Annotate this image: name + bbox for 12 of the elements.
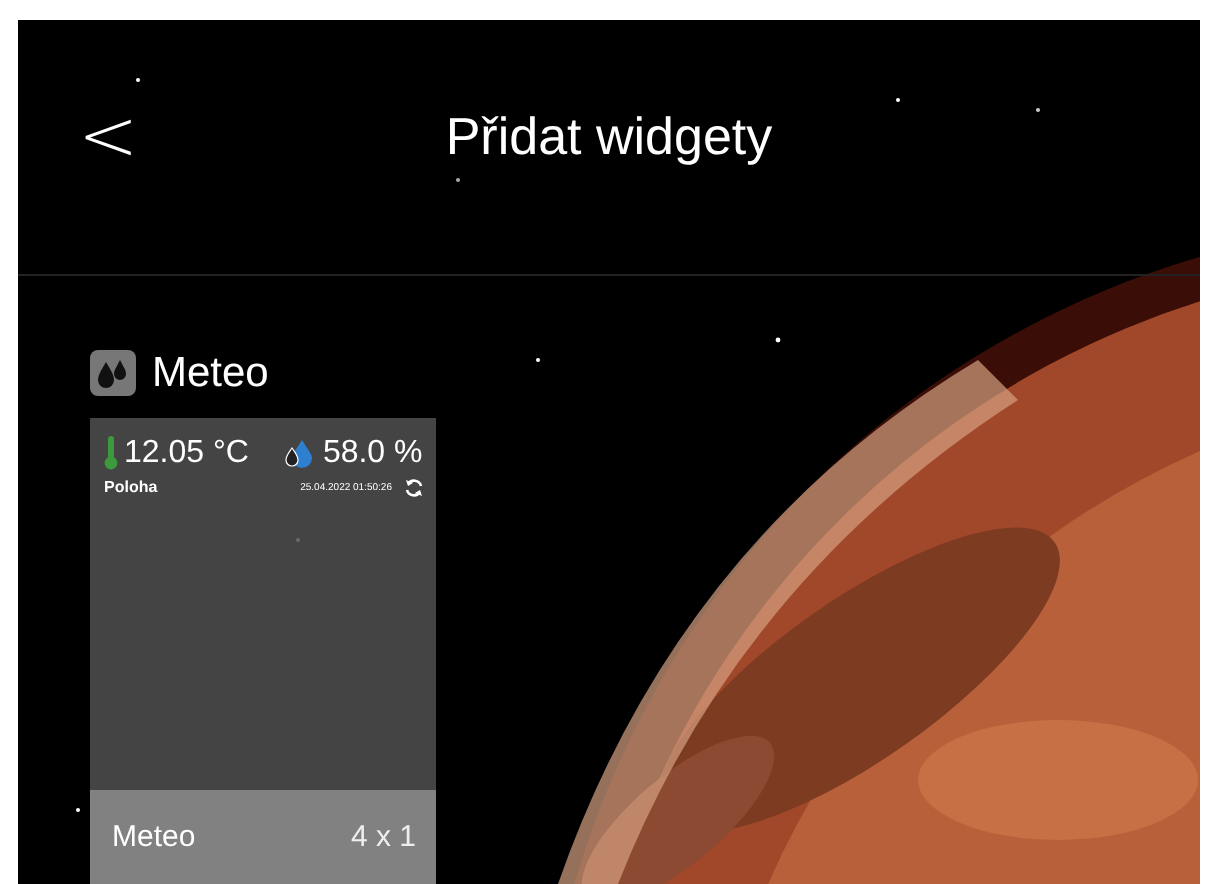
- humidity-reading: 58.0 %: [322, 435, 423, 472]
- back-button[interactable]: <: [62, 102, 155, 175]
- temperature-reading: 12.05 °C: [124, 435, 249, 472]
- location-label: Poloha: [104, 478, 160, 497]
- widget-size: 4 x 1: [350, 820, 416, 854]
- drops-icon: [90, 350, 136, 397]
- refresh-icon[interactable]: [404, 477, 424, 498]
- page-title: Přidat widgety: [445, 105, 773, 168]
- widget-name: Meteo: [112, 820, 196, 854]
- drops-icon: [284, 438, 317, 469]
- app-name: Meteo: [152, 349, 269, 398]
- thermometer-icon: [104, 436, 118, 471]
